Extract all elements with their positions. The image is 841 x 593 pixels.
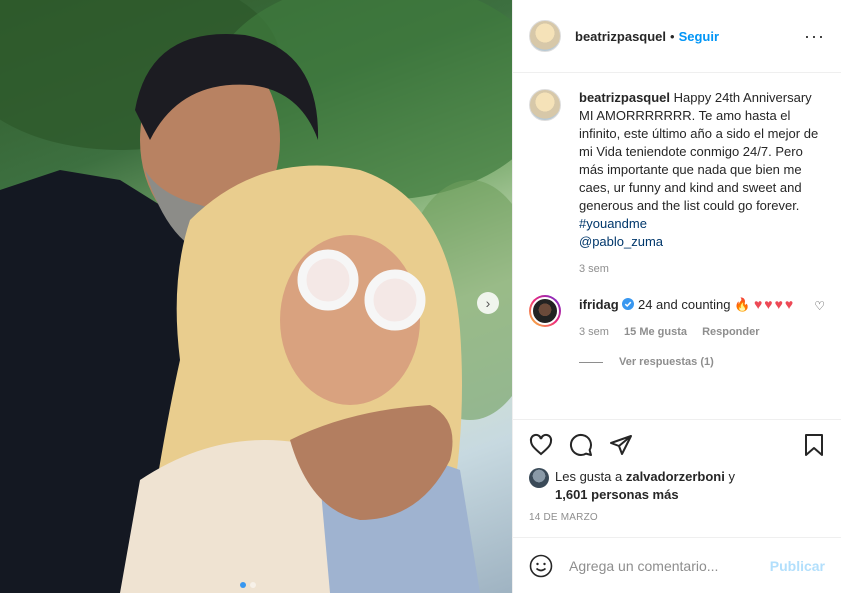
reply-button[interactable]: Responder — [702, 326, 759, 338]
photo-illustration — [0, 0, 512, 593]
instagram-post: › beatrizpasquel • Seguir ··· beatrizpas… — [0, 0, 841, 593]
comment-meta: 3 sem 15 Me gusta Responder — [579, 326, 814, 338]
share-icon[interactable] — [609, 433, 633, 457]
likes-text: Les gusta a zalvadorzerboni y 1,601 pers… — [555, 468, 735, 504]
comment-likes[interactable]: 15 Me gusta — [624, 326, 687, 338]
comments-section: beatrizpasquel Happy 24th Anniversary MI… — [513, 73, 841, 419]
liker-username[interactable]: zalvadorzerboni — [626, 469, 725, 484]
next-photo-button[interactable]: › — [477, 292, 499, 314]
caption-avatar[interactable] — [529, 89, 561, 121]
post-actions: Les gusta a zalvadorzerboni y 1,601 pers… — [513, 419, 841, 523]
likes-connector: y — [728, 469, 735, 484]
caption-hashtag[interactable]: #youandme — [579, 216, 647, 231]
carousel-dot-2 — [250, 582, 256, 588]
post-date[interactable]: 14 DE MARZO — [529, 512, 825, 523]
publish-button[interactable]: Publicar — [770, 558, 825, 574]
comment-text: ifridag 24 and counting 🔥 ♥♥♥♥ — [579, 295, 814, 314]
author-username[interactable]: beatrizpasquel — [575, 29, 666, 44]
caption-mention[interactable]: @pablo_zuma — [579, 234, 663, 249]
carousel-indicator — [240, 582, 256, 588]
view-replies-label[interactable]: Ver respuestas (1) — [619, 356, 714, 368]
follow-button[interactable]: Seguir — [679, 29, 719, 44]
caption-text: beatrizpasquel Happy 24th Anniversary MI… — [579, 89, 825, 251]
post-sidebar: beatrizpasquel • Seguir ··· beatrizpasqu… — [512, 0, 841, 593]
fire-emoji-icon: 🔥 — [734, 297, 751, 312]
like-comment-heart-icon[interactable]: ♡ — [814, 295, 825, 338]
liker-avatar[interactable] — [529, 468, 549, 488]
caption-body: Happy 24th Anniversary MI AMORRRRRRR. Te… — [579, 90, 819, 213]
verified-badge-icon — [622, 298, 635, 310]
heart-icon[interactable] — [529, 433, 553, 457]
more-options-icon[interactable]: ··· — [804, 26, 825, 47]
view-replies[interactable]: Ver respuestas (1) — [529, 356, 825, 368]
add-comment-bar: Publicar — [513, 537, 841, 593]
comment-icon[interactable] — [569, 433, 593, 457]
comment-username[interactable]: ifridag — [579, 297, 619, 312]
commenter-avatar[interactable] — [529, 295, 561, 327]
caption-time[interactable]: 3 sem — [579, 263, 609, 275]
caption: beatrizpasquel Happy 24th Anniversary MI… — [529, 89, 825, 275]
comment-time[interactable]: 3 sem — [579, 326, 609, 338]
header-separator: • — [670, 28, 675, 44]
action-icons — [529, 430, 825, 460]
likes-others[interactable]: 1,601 personas más — [555, 487, 679, 502]
caption-meta: 3 sem — [579, 263, 825, 275]
post-photo[interactable]: › — [0, 0, 512, 593]
bookmark-icon[interactable] — [803, 433, 825, 457]
comment-input[interactable] — [569, 557, 770, 574]
emoji-icon[interactable] — [529, 554, 553, 578]
likes-summary: Les gusta a zalvadorzerboni y 1,601 pers… — [529, 468, 825, 504]
likes-prefix: Les gusta a — [555, 469, 623, 484]
carousel-dot-1 — [240, 582, 246, 588]
comment-body: 24 and counting — [637, 297, 731, 312]
red-hearts-icon: ♥♥♥♥ — [753, 296, 796, 312]
replies-line — [579, 361, 603, 363]
comment-item: ifridag 24 and counting 🔥 ♥♥♥♥ 3 sem 15 … — [529, 295, 825, 338]
author-avatar[interactable] — [529, 20, 561, 52]
post-header: beatrizpasquel • Seguir ··· — [513, 0, 841, 73]
caption-username[interactable]: beatrizpasquel — [579, 90, 670, 105]
